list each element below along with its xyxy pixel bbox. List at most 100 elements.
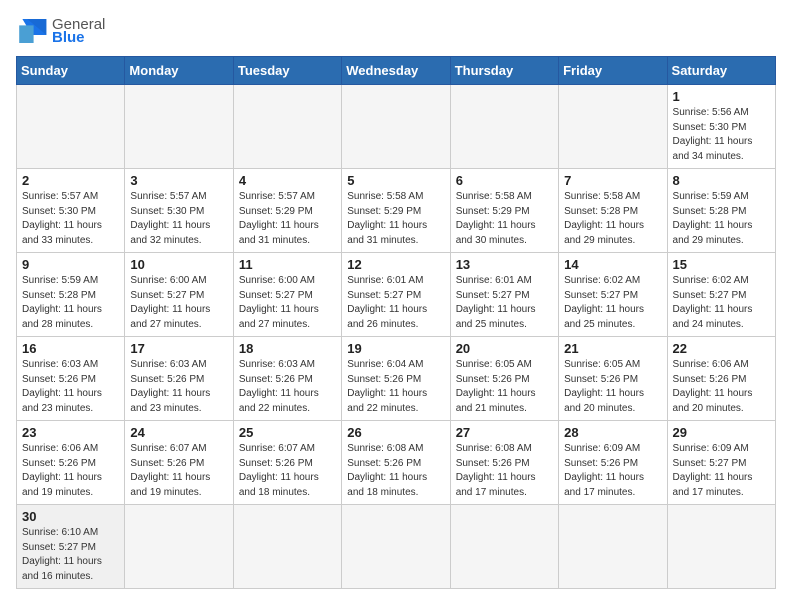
day-info: Sunrise: 5:57 AM Sunset: 5:29 PM Dayligh… (239, 190, 336, 248)
calendar-day-cell: 9Sunrise: 5:59 AM Sunset: 5:28 PM Daylig… (17, 253, 125, 337)
day-number: 9 (22, 257, 119, 272)
day-info: Sunrise: 5:57 AM Sunset: 5:30 PM Dayligh… (130, 190, 227, 248)
calendar-table: SundayMondayTuesdayWednesdayThursdayFrid… (16, 56, 776, 589)
day-number: 16 (22, 341, 119, 356)
day-number: 24 (130, 425, 227, 440)
day-info: Sunrise: 6:03 AM Sunset: 5:26 PM Dayligh… (239, 358, 336, 416)
day-info: Sunrise: 5:58 AM Sunset: 5:28 PM Dayligh… (564, 190, 661, 248)
day-of-week-header: Tuesday (233, 57, 341, 85)
day-number: 11 (239, 257, 336, 272)
calendar-day-cell: 20 Sunrise: 6:05 AM Sunset: 5:26 PM Dayli… (450, 337, 558, 421)
day-number: 3 (130, 173, 227, 188)
day-info: Sunrise: 6:07 AM Sunset: 5:26 PM Dayligh… (239, 442, 336, 500)
calendar-day-cell: 27 Sunrise: 6:08 AM Sunset: 5:26 PM Dayli… (450, 421, 558, 505)
day-info: Sunrise: 6:01 AM Sunset: 5:27 PM Dayligh… (456, 274, 553, 332)
calendar-week-row: 1 Sunrise: 5:56 AM Sunset: 5:30 PM Daylig… (17, 85, 776, 169)
calendar-day-cell: 21 Sunrise: 6:05 AM Sunset: 5:26 PM Dayli… (559, 337, 667, 421)
day-number: 15 (673, 257, 770, 272)
day-info: Sunrise: 5:59 AM Sunset: 5:28 PM Dayligh… (673, 190, 770, 248)
calendar-week-row: 23Sunrise: 6:06 AM Sunset: 5:26 PM Dayli… (17, 421, 776, 505)
calendar-day-cell: 1 Sunrise: 5:56 AM Sunset: 5:30 PM Daylig… (667, 85, 775, 169)
calendar-week-row: 30 Sunrise: 6:10 AM Sunset: 5:27 PM Dayli… (17, 505, 776, 589)
day-number: 8 (673, 173, 770, 188)
day-of-week-header: Thursday (450, 57, 558, 85)
logo-text: General Blue (52, 16, 105, 46)
calendar-day-cell: 6Sunrise: 5:58 AM Sunset: 5:29 PM Daylig… (450, 169, 558, 253)
calendar-day-cell: 18 Sunrise: 6:03 AM Sunset: 5:26 PM Dayli… (233, 337, 341, 421)
day-info: Sunrise: 6:08 AM Sunset: 5:26 PM Dayligh… (456, 442, 553, 500)
page-header: General Blue (16, 16, 776, 46)
day-of-week-header: Saturday (667, 57, 775, 85)
day-info: Sunrise: 5:58 AM Sunset: 5:29 PM Dayligh… (347, 190, 444, 248)
calendar-day-cell: 5 Sunrise: 5:58 AM Sunset: 5:29 PM Daylig… (342, 169, 450, 253)
calendar-day-cell (667, 505, 775, 589)
calendar-day-cell: 28Sunrise: 6:09 AM Sunset: 5:26 PM Dayli… (559, 421, 667, 505)
calendar-day-cell: 11Sunrise: 6:00 AM Sunset: 5:27 PM Dayli… (233, 253, 341, 337)
day-number: 1 (673, 89, 770, 104)
generalblue-logo-icon (16, 17, 48, 45)
day-info: Sunrise: 6:10 AM Sunset: 5:27 PM Dayligh… (22, 526, 119, 584)
day-info: Sunrise: 6:02 AM Sunset: 5:27 PM Dayligh… (564, 274, 661, 332)
calendar-day-cell (125, 85, 233, 169)
day-number: 13 (456, 257, 553, 272)
day-number: 10 (130, 257, 227, 272)
day-number: 7 (564, 173, 661, 188)
calendar-day-cell: 14 Sunrise: 6:02 AM Sunset: 5:27 PM Dayli… (559, 253, 667, 337)
calendar-day-cell (450, 85, 558, 169)
day-number: 19 (347, 341, 444, 356)
day-number: 18 (239, 341, 336, 356)
calendar-day-cell: 15Sunrise: 6:02 AM Sunset: 5:27 PM Dayli… (667, 253, 775, 337)
day-info: Sunrise: 5:56 AM Sunset: 5:30 PM Dayligh… (673, 106, 770, 164)
day-number: 2 (22, 173, 119, 188)
day-info: Sunrise: 6:00 AM Sunset: 5:27 PM Dayligh… (130, 274, 227, 332)
calendar-day-cell: 8 Sunrise: 5:59 AM Sunset: 5:28 PM Daylig… (667, 169, 775, 253)
calendar-day-cell (233, 85, 341, 169)
day-number: 22 (673, 341, 770, 356)
day-of-week-header: Wednesday (342, 57, 450, 85)
day-number: 26 (347, 425, 444, 440)
calendar-day-cell (559, 85, 667, 169)
logo: General Blue (16, 16, 105, 46)
calendar-day-cell: 12 Sunrise: 6:01 AM Sunset: 5:27 PM Dayli… (342, 253, 450, 337)
calendar-day-cell: 25 Sunrise: 6:07 AM Sunset: 5:26 PM Dayli… (233, 421, 341, 505)
calendar-day-cell: 26Sunrise: 6:08 AM Sunset: 5:26 PM Dayli… (342, 421, 450, 505)
calendar-day-cell: 17Sunrise: 6:03 AM Sunset: 5:26 PM Dayli… (125, 337, 233, 421)
day-number: 27 (456, 425, 553, 440)
calendar-day-cell: 19 Sunrise: 6:04 AM Sunset: 5:26 PM Dayli… (342, 337, 450, 421)
calendar-day-cell: 2Sunrise: 5:57 AM Sunset: 5:30 PM Daylig… (17, 169, 125, 253)
day-number: 14 (564, 257, 661, 272)
day-info: Sunrise: 6:05 AM Sunset: 5:26 PM Dayligh… (456, 358, 553, 416)
calendar-day-cell: 4Sunrise: 5:57 AM Sunset: 5:29 PM Daylig… (233, 169, 341, 253)
day-info: Sunrise: 5:58 AM Sunset: 5:29 PM Dayligh… (456, 190, 553, 248)
calendar-header-row: SundayMondayTuesdayWednesdayThursdayFrid… (17, 57, 776, 85)
day-number: 5 (347, 173, 444, 188)
day-info: Sunrise: 6:01 AM Sunset: 5:27 PM Dayligh… (347, 274, 444, 332)
day-number: 21 (564, 341, 661, 356)
day-number: 25 (239, 425, 336, 440)
day-info: Sunrise: 6:09 AM Sunset: 5:26 PM Dayligh… (564, 442, 661, 500)
calendar-day-cell: 13 Sunrise: 6:01 AM Sunset: 5:27 PM Dayli… (450, 253, 558, 337)
day-number: 20 (456, 341, 553, 356)
day-info: Sunrise: 6:03 AM Sunset: 5:26 PM Dayligh… (130, 358, 227, 416)
calendar-day-cell: 7 Sunrise: 5:58 AM Sunset: 5:28 PM Daylig… (559, 169, 667, 253)
calendar-day-cell: 30 Sunrise: 6:10 AM Sunset: 5:27 PM Dayli… (17, 505, 125, 589)
day-info: Sunrise: 6:05 AM Sunset: 5:26 PM Dayligh… (564, 358, 661, 416)
calendar-day-cell (342, 85, 450, 169)
day-info: Sunrise: 6:06 AM Sunset: 5:26 PM Dayligh… (673, 358, 770, 416)
day-info: Sunrise: 6:09 AM Sunset: 5:27 PM Dayligh… (673, 442, 770, 500)
calendar-day-cell: 24Sunrise: 6:07 AM Sunset: 5:26 PM Dayli… (125, 421, 233, 505)
day-of-week-header: Sunday (17, 57, 125, 85)
calendar-week-row: 16 Sunrise: 6:03 AM Sunset: 5:26 PM Dayli… (17, 337, 776, 421)
calendar-week-row: 2 Sunrise: 5:57 AM Sunset: 5:30 PM Daylig… (17, 169, 776, 253)
calendar-day-cell: 3 Sunrise: 5:57 AM Sunset: 5:30 PM Daylig… (125, 169, 233, 253)
calendar-day-cell (17, 85, 125, 169)
calendar-day-cell (342, 505, 450, 589)
day-number: 30 (22, 509, 119, 524)
day-number: 12 (347, 257, 444, 272)
day-info: Sunrise: 6:04 AM Sunset: 5:26 PM Dayligh… (347, 358, 444, 416)
day-info: Sunrise: 6:06 AM Sunset: 5:26 PM Dayligh… (22, 442, 119, 500)
calendar-day-cell: 10 Sunrise: 6:00 AM Sunset: 5:27 PM Dayli… (125, 253, 233, 337)
day-info: Sunrise: 6:03 AM Sunset: 5:26 PM Dayligh… (22, 358, 119, 416)
day-of-week-header: Monday (125, 57, 233, 85)
calendar-day-cell: 22 Sunrise: 6:06 AM Sunset: 5:26 PM Dayli… (667, 337, 775, 421)
